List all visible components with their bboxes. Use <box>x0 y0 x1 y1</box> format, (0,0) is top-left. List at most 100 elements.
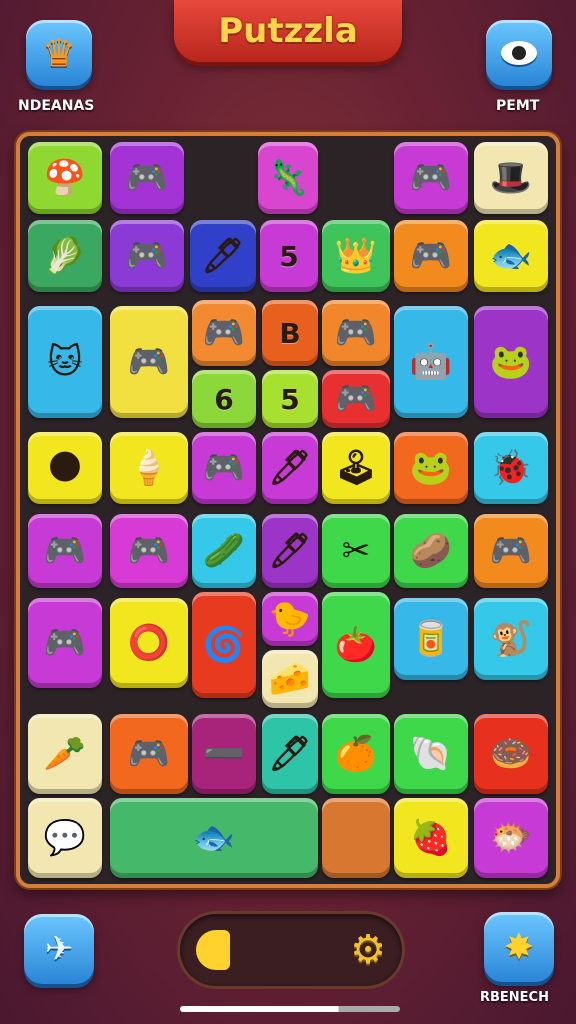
puzzle-tile[interactable]: 🍄 <box>28 142 102 214</box>
crown-button[interactable]: ♛ <box>26 20 92 86</box>
puzzle-tile[interactable]: 🌑 <box>28 432 102 504</box>
puzzle-tile[interactable]: ➖ <box>192 714 256 794</box>
tile-icon: 🎮 <box>409 236 453 276</box>
puzzle-tile[interactable]: 🥬 <box>28 220 102 292</box>
puzzle-tile[interactable]: 🎮 <box>28 514 102 588</box>
puzzle-tile[interactable]: 🎮 <box>322 370 390 428</box>
puzzle-tile[interactable]: 🎮 <box>474 514 548 588</box>
puzzle-tile[interactable]: 🐱 <box>28 306 102 418</box>
tile-icon: 🖊 <box>268 531 312 571</box>
tile-icon: 🎩 <box>489 158 533 198</box>
puzzle-tile[interactable]: B <box>262 300 318 366</box>
puzzle-tile[interactable]: 🎮 <box>110 714 188 794</box>
puzzle-tile[interactable]: 🐸 <box>474 306 548 418</box>
puzzle-tile[interactable]: 6 <box>192 370 256 428</box>
puzzle-tile[interactable]: 🍊 <box>322 714 390 794</box>
puzzle-tile[interactable]: 5 <box>262 370 318 428</box>
tile-icon: 🎮 <box>127 531 171 571</box>
puzzle-tile[interactable]: 🦎 <box>258 142 318 214</box>
tile-icon: 🥒 <box>202 531 246 571</box>
tile-icon: 🐡 <box>489 818 533 858</box>
tile-icon: 🌀 <box>202 625 246 665</box>
tile-digit: 6 <box>214 382 234 416</box>
tile-icon: 🖊 <box>268 448 312 488</box>
puzzle-tile[interactable]: 🖊 <box>262 432 318 504</box>
puzzle-tile[interactable]: 🥕 <box>28 714 102 794</box>
tile-icon: 🎮 <box>409 158 453 198</box>
puzzle-tile[interactable]: 🍦 <box>110 432 188 504</box>
puzzle-tile[interactable]: 🥒 <box>192 514 256 588</box>
burst-button[interactable]: ✸ <box>484 912 554 982</box>
burst-icon: ✸ <box>503 926 535 968</box>
puzzle-tile[interactable]: 🎮 <box>192 300 256 366</box>
gear-icon[interactable]: ⚙ <box>350 927 386 973</box>
puzzle-tile[interactable]: 5 <box>260 220 318 292</box>
puzzle-tile[interactable]: 🖊 <box>262 514 318 588</box>
puzzle-tile[interactable]: 🥔 <box>394 514 468 588</box>
puzzle-tile[interactable]: 🍅 <box>322 592 390 698</box>
puzzle-tile[interactable]: 🐟 <box>474 220 548 292</box>
tile-digit: B <box>279 316 301 350</box>
puzzle-tile[interactable]: 🎮 <box>192 432 256 504</box>
eye-button[interactable] <box>486 20 552 86</box>
puzzle-tile[interactable]: 🎮 <box>110 220 184 292</box>
tile-icon: 🐚 <box>409 734 453 774</box>
plane-icon: ✈ <box>44 929 74 969</box>
tile-icon: 👑 <box>334 236 378 276</box>
tile-icon: 🕹 <box>334 448 378 488</box>
puzzle-tile[interactable]: 🥫 <box>394 598 468 680</box>
puzzle-tile[interactable]: 🐒 <box>474 598 548 680</box>
puzzle-tile[interactable]: 👑 <box>322 220 390 292</box>
puzzle-tile[interactable] <box>322 798 390 878</box>
tile-icon: 🐸 <box>409 448 453 488</box>
puzzle-tile[interactable]: 🐟 <box>110 798 318 878</box>
puzzle-tile[interactable]: 🖊 <box>262 714 318 794</box>
moon-icon[interactable] <box>196 930 230 970</box>
puzzle-tile[interactable]: 🐤 <box>262 592 318 646</box>
puzzle-tile[interactable]: 🎮 <box>110 142 184 214</box>
puzzle-tile[interactable]: 🎮 <box>28 598 102 688</box>
tile-icon: 🎮 <box>334 313 378 353</box>
puzzle-tile[interactable]: 🖊 <box>190 220 256 292</box>
left-label: NDEANAS <box>18 98 95 114</box>
puzzle-tile[interactable]: 🎮 <box>110 514 188 588</box>
tile-icon: 🍊 <box>334 734 378 774</box>
puzzle-tile[interactable]: 🕹 <box>322 432 390 504</box>
puzzle-tile[interactable]: 🤖 <box>394 306 468 418</box>
puzzle-tile[interactable]: ⭕ <box>110 598 188 688</box>
tile-icon: 🐸 <box>489 342 533 382</box>
puzzle-tile[interactable]: 🍩 <box>474 714 548 794</box>
tile-icon: 🎮 <box>125 236 169 276</box>
tile-icon: 🌑 <box>47 448 83 488</box>
tile-icon: 🤖 <box>409 342 453 382</box>
tile-icon: 🎮 <box>43 531 87 571</box>
puzzle-tile[interactable]: 🍓 <box>394 798 468 878</box>
right-label: PEMT <box>496 98 540 114</box>
tile-icon: 🧀 <box>268 659 312 699</box>
tile-icon: 🍅 <box>334 625 378 665</box>
puzzle-tile[interactable]: 🐸 <box>394 432 468 504</box>
tile-icon: 🦎 <box>266 158 310 198</box>
tile-icon: ⭕ <box>127 623 171 663</box>
puzzle-tile[interactable]: 🌀 <box>192 592 256 698</box>
home-indicator <box>180 1006 400 1012</box>
puzzle-tile[interactable]: 🎩 <box>474 142 548 214</box>
puzzle-tile[interactable]: 🎮 <box>394 142 468 214</box>
puzzle-tile[interactable]: 🐞 <box>474 432 548 504</box>
tile-icon: 🐤 <box>268 599 312 639</box>
tile-icon: 🍩 <box>489 734 533 774</box>
bottom-right-label: RBENECH <box>480 990 549 1005</box>
tile-icon: ✂ <box>341 531 371 571</box>
puzzle-tile[interactable]: ✂ <box>322 514 390 588</box>
puzzle-tile[interactable]: 🧀 <box>262 650 318 708</box>
puzzle-tile[interactable]: 🎮 <box>394 220 468 292</box>
bottom-toolbar: ⚙ <box>180 914 402 986</box>
tile-icon: ➖ <box>202 734 246 774</box>
puzzle-tile[interactable]: 🎮 <box>322 300 390 366</box>
plane-button[interactable]: ✈ <box>24 914 94 984</box>
puzzle-tile[interactable]: 🐚 <box>394 714 468 794</box>
tile-icon: 🎮 <box>334 379 378 419</box>
puzzle-tile[interactable]: 🐡 <box>474 798 548 878</box>
puzzle-tile[interactable]: 🎮 <box>110 306 188 418</box>
puzzle-tile[interactable]: 💬 <box>28 798 102 878</box>
